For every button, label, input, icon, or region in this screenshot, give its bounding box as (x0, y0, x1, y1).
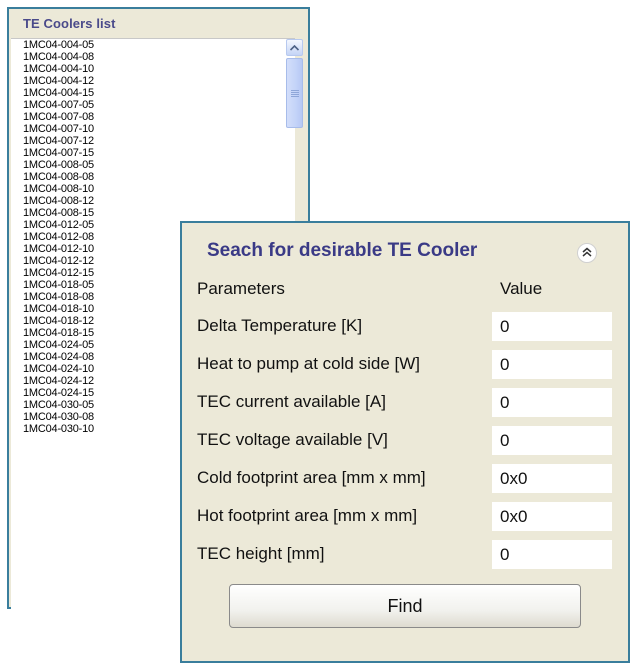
param-label-delta-temperature: Delta Temperature [K] (197, 316, 363, 335)
param-label-cold-footprint: Cold footprint area [mm x mm] (197, 468, 426, 487)
list-item[interactable]: 1MC04-004-05 (23, 39, 273, 51)
grip-line (291, 96, 299, 97)
param-label-tec-voltage: TEC voltage available [V] (197, 430, 388, 449)
grip-line (291, 92, 299, 93)
list-item[interactable]: 1MC04-004-08 (23, 51, 273, 63)
list-title: TE Coolers list (23, 16, 116, 31)
column-header-parameters: Parameters (197, 279, 285, 298)
list-item[interactable]: 1MC04-008-08 (23, 171, 273, 183)
list-item[interactable]: 1MC04-008-10 (23, 183, 273, 195)
tec-current-field[interactable]: 0 (492, 388, 612, 417)
param-label-heat-to-pump: Heat to pump at cold side [W] (197, 354, 420, 373)
double-chevron-up-icon (582, 244, 592, 262)
list-item[interactable]: 1MC04-007-15 (23, 147, 273, 159)
scroll-up-button[interactable] (286, 39, 303, 56)
hot-footprint-field[interactable]: 0x0 (492, 502, 612, 531)
column-header-value: Value (500, 279, 543, 298)
chevron-up-icon (290, 44, 299, 51)
list-item[interactable]: 1MC04-007-05 (23, 99, 273, 111)
collapse-button[interactable] (577, 243, 597, 263)
list-item[interactable]: 1MC04-008-05 (23, 159, 273, 171)
list-item[interactable]: 1MC04-004-15 (23, 87, 273, 99)
param-label-hot-footprint: Hot footprint area [mm x mm] (197, 506, 418, 525)
find-button[interactable]: Find (229, 584, 581, 628)
list-item[interactable]: 1MC04-007-10 (23, 123, 273, 135)
list-item[interactable]: 1MC04-004-12 (23, 75, 273, 87)
search-panel-title: Seach for desirable TE Cooler (207, 240, 478, 261)
list-item[interactable]: 1MC04-008-15 (23, 207, 273, 219)
param-label-tec-height: TEC height [mm] (197, 544, 325, 563)
cold-footprint-field[interactable]: 0x0 (492, 464, 612, 493)
list-item[interactable]: 1MC04-007-12 (23, 135, 273, 147)
list-item[interactable]: 1MC04-008-12 (23, 195, 273, 207)
scrollbar-thumb[interactable] (286, 58, 303, 128)
tec-height-field[interactable]: 0 (492, 540, 612, 569)
param-label-tec-current: TEC current available [A] (197, 392, 386, 411)
grip-line (291, 90, 299, 91)
heat-to-pump-field[interactable]: 0 (492, 350, 612, 379)
list-item[interactable]: 1MC04-004-10 (23, 63, 273, 75)
list-item[interactable]: 1MC04-007-08 (23, 111, 273, 123)
grip-line (291, 94, 299, 95)
delta-temperature-field[interactable]: 0 (492, 312, 612, 341)
search-panel: Seach for desirable TE Cooler Parameters… (180, 221, 630, 663)
list-scrollbar[interactable] (286, 39, 303, 159)
tec-voltage-field[interactable]: 0 (492, 426, 612, 455)
